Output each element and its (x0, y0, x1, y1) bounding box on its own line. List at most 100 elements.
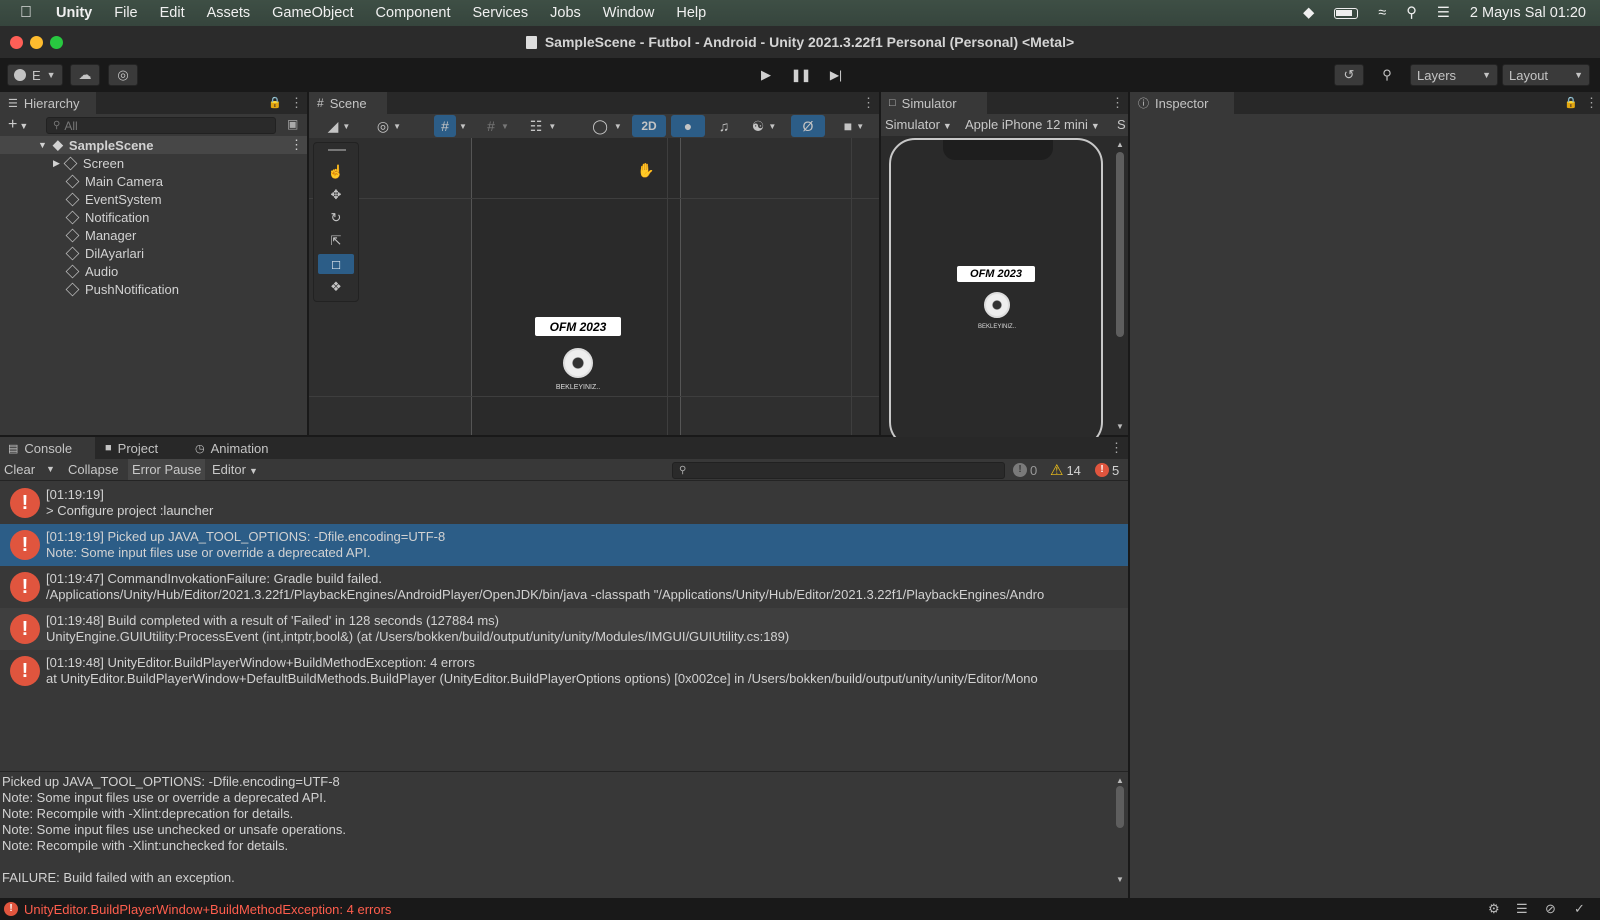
hidden-objects-button[interactable]: Ø (791, 115, 825, 137)
scroll-up-icon[interactable]: ▲ (1116, 140, 1124, 149)
hierarchy-item-audio[interactable]: Audio (0, 262, 118, 280)
render-mode-button[interactable]: ◎ ▼ (367, 115, 411, 137)
console-detail-pane[interactable]: Picked up JAVA_TOOL_OPTIONS: -Dfile.enco… (0, 772, 1128, 885)
move-snap-button[interactable]: # (434, 115, 456, 137)
spotlight-search-icon[interactable]: ⚲ (1406, 5, 1417, 21)
more-options-icon[interactable]: ⋮ (1111, 95, 1124, 111)
shading-button[interactable]: ◯ ▼ (587, 115, 627, 137)
menu-services[interactable]: Services (473, 5, 529, 21)
scroll-down-icon[interactable]: ▼ (1116, 872, 1124, 888)
phone-frame[interactable]: OFM 2023 BEKLEYINIZ.. (889, 138, 1103, 448)
error-count-toggle[interactable]: ! 5 (1095, 461, 1127, 479)
scroll-down-icon[interactable]: ▼ (1116, 422, 1124, 431)
status-bar[interactable]: ! UnityEditor.BuildPlayerWindow+BuildMet… (0, 898, 1600, 920)
status-message[interactable]: UnityEditor.BuildPlayerWindow+BuildMetho… (24, 902, 391, 917)
simulator-mode-dropdown[interactable]: Simulator ▼ (885, 117, 952, 132)
clear-button[interactable]: Clear (4, 462, 35, 477)
play-button[interactable]: ▶ (751, 64, 781, 86)
tab-console[interactable]: ▤ Console (0, 437, 95, 459)
lock-icon[interactable]: 🔒 (1564, 96, 1578, 109)
collapse-toggle[interactable]: Collapse (64, 459, 123, 480)
search-button[interactable]: ⚲ (1372, 64, 1402, 86)
log-entry-selected[interactable]: ! [01:19:19] Picked up JAVA_TOOL_OPTIONS… (0, 524, 1128, 566)
menubar-datetime[interactable]: 2 Mayıs Sal 01:20 (1470, 5, 1586, 21)
scale-tool[interactable]: ⇱ (318, 231, 354, 251)
tab-project[interactable]: ■ Project (97, 437, 177, 459)
close-window-button[interactable] (10, 36, 23, 49)
clear-options-dropdown[interactable]: ▼ (46, 464, 55, 474)
add-object-button[interactable]: + ▼ (8, 116, 28, 134)
hierarchy-item-main-camera[interactable]: Main Camera (0, 172, 163, 190)
progress-check-icon[interactable]: ✓ (1574, 901, 1585, 917)
scrollbar-thumb[interactable] (1116, 152, 1124, 337)
rect-tool[interactable]: □ (318, 254, 354, 274)
account-dropdown[interactable]: E ▼ (7, 64, 63, 86)
auto-generate-lighting-icon[interactable]: ⊘ (1545, 901, 1556, 917)
menu-jobs[interactable]: Jobs (550, 5, 581, 21)
increment-snap-button[interactable]: ☷ ▼ (523, 115, 563, 137)
more-options-icon[interactable]: ⋮ (290, 137, 303, 153)
menu-edit[interactable]: Edit (160, 5, 185, 21)
grid-visibility-button[interactable]: # ▼ (479, 115, 517, 137)
menu-gameobject[interactable]: GameObject (272, 5, 353, 21)
hierarchy-item-pushnotification[interactable]: PushNotification (0, 280, 179, 298)
simulator-scrollbar[interactable]: ▲ ▼ (1114, 138, 1126, 435)
chevron-down-icon[interactable]: ▼ (456, 115, 470, 137)
menu-assets[interactable]: Assets (207, 5, 251, 21)
scene-row[interactable]: ▼ ◆ SampleScene ⋮ (0, 136, 307, 154)
zoom-window-button[interactable] (50, 36, 63, 49)
menu-help[interactable]: Help (676, 5, 706, 21)
rotate-tool[interactable]: ↻ (318, 208, 354, 228)
console-log-list[interactable]: ! [01:19:19] > Configure project :launche… (0, 482, 1128, 772)
wifi-icon[interactable]: ≈ (1378, 5, 1386, 21)
minimize-window-button[interactable] (30, 36, 43, 49)
hierarchy-item-manager[interactable]: Manager (0, 226, 136, 244)
menu-component[interactable]: Component (376, 5, 451, 21)
scene-visibility-icon[interactable]: ▣ (287, 117, 298, 131)
hierarchy-item-notification[interactable]: Notification (0, 208, 149, 226)
more-options-icon[interactable]: ⋮ (1585, 95, 1598, 111)
audio-button[interactable]: ♫ (709, 115, 739, 137)
simulator-extra-button[interactable]: S (1117, 117, 1126, 132)
tab-hierarchy[interactable]: ☰ Hierarchy (0, 92, 96, 114)
layers-dropdown[interactable]: Layers ▼ (1410, 64, 1498, 86)
hand-tool-button[interactable]: ✋ (628, 160, 664, 180)
menu-file[interactable]: File (114, 5, 137, 21)
overlay-grip[interactable] (328, 149, 346, 151)
step-button[interactable]: ▶| (821, 64, 851, 86)
more-options-icon[interactable]: ⋮ (1110, 440, 1123, 456)
lighting-button[interactable]: ● (671, 115, 705, 137)
log-entry[interactable]: ! [01:19:48] UnityEditor.BuildPlayerWind… (0, 650, 1128, 692)
scrollbar-thumb[interactable] (1116, 786, 1124, 828)
error-pause-toggle[interactable]: Error Pause (128, 459, 206, 480)
cloud-button[interactable]: ☁ (70, 64, 100, 86)
unity-status-icon[interactable]: ◆ (1303, 5, 1314, 21)
draw-mode-button[interactable]: ◢ ▼ (317, 115, 361, 137)
expand-arrow-icon[interactable]: ▶ (53, 158, 60, 169)
log-entry[interactable]: ! [01:19:47] CommandInvokationFailure: G… (0, 566, 1128, 608)
camera-settings-button[interactable]: ■ ▼ (833, 115, 875, 137)
hierarchy-item-dilayarlari[interactable]: DilAyarlari (0, 244, 144, 262)
hierarchy-item-screen[interactable]: ▶ Screen (0, 154, 124, 172)
hierarchy-search-input[interactable]: ⚲ All (46, 117, 276, 134)
pause-button[interactable]: ❚❚ (786, 64, 816, 86)
console-search-input[interactable]: ⚲ (672, 462, 1005, 479)
warning-count-toggle[interactable]: ⚠ 14 (1050, 461, 1090, 479)
more-options-icon[interactable]: ⋮ (862, 95, 875, 111)
tab-animation[interactable]: ◷ Animation (187, 437, 287, 459)
lock-icon[interactable]: 🔒 (268, 96, 282, 109)
move-tool[interactable]: ✥ (318, 185, 354, 205)
log-entry[interactable]: ! [01:19:19] > Configure project :launche… (0, 482, 1128, 524)
detail-scrollbar[interactable]: ▲ ▼ (1114, 772, 1126, 884)
tab-inspector[interactable]: ⓘ Inspector (1130, 92, 1234, 114)
menu-window[interactable]: Window (603, 5, 655, 21)
undo-history-button[interactable]: ↺ (1334, 64, 1364, 86)
expand-arrow-icon[interactable]: ▼ (38, 140, 47, 150)
menu-app-name[interactable]: Unity (56, 5, 92, 21)
apple-icon[interactable]:  (20, 4, 32, 22)
toggle-2d-button[interactable]: 2D (632, 115, 666, 137)
transform-tool[interactable]: ❖ (318, 277, 354, 297)
tab-simulator[interactable]: □ Simulator (881, 92, 987, 114)
hand-tool[interactable]: ☝ (318, 162, 354, 182)
bug-icon[interactable]: ⚙ (1488, 901, 1500, 917)
